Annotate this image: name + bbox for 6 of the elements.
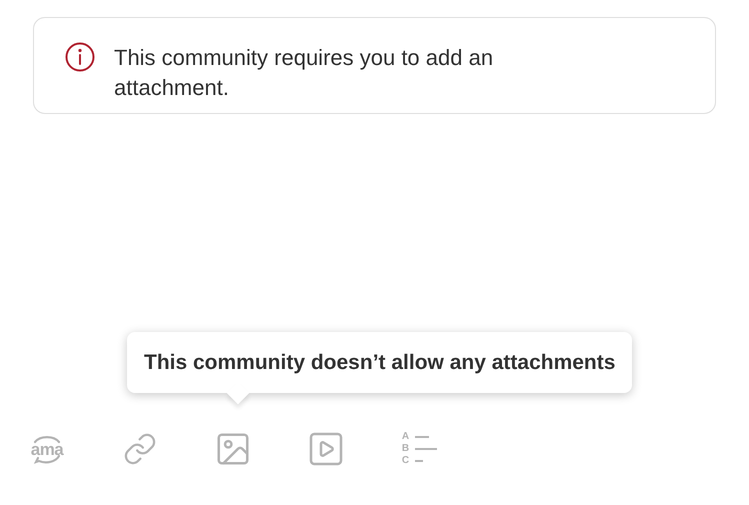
poll-button[interactable]: A B C	[395, 425, 443, 473]
link-icon	[123, 432, 157, 466]
alert-text: This community requires you to add an attachment.	[114, 44, 494, 102]
ama-button[interactable]: ama	[23, 425, 71, 473]
info-icon	[65, 42, 95, 72]
tooltip: This community doesn’t allow any attachments	[127, 332, 632, 393]
